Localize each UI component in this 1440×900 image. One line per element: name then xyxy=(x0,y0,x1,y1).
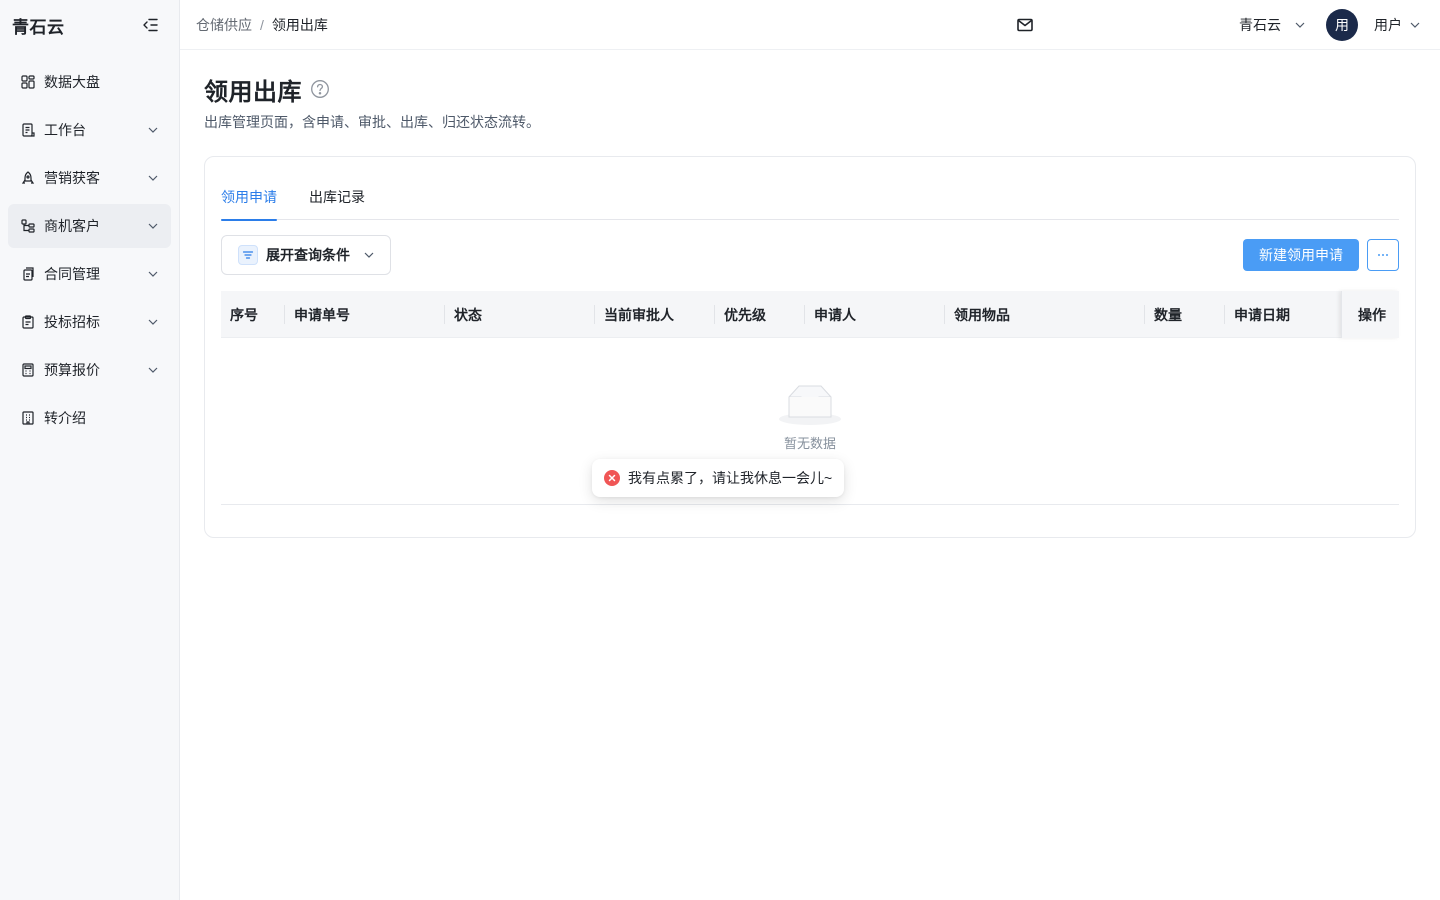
column-header[interactable]: 当前审批人 xyxy=(595,291,715,338)
dashboard-icon xyxy=(20,74,36,90)
chevron-down-icon xyxy=(147,268,159,280)
column-header[interactable]: 申请日期 xyxy=(1225,291,1341,338)
more-actions-button[interactable] xyxy=(1367,239,1399,271)
column-header[interactable]: 状态 xyxy=(445,291,595,338)
chevron-down-icon xyxy=(1410,22,1420,28)
main-content: 领用出库 出库管理页面，含申请、审批、出库、归还状态流转。 领用申请 出库记录 … xyxy=(204,50,1416,538)
expand-filters-label: 展开查询条件 xyxy=(266,247,350,263)
table-header: 序号 申请单号 状态 当前审批人 优先级 申请人 领用物品 数量 申请日期 操作 xyxy=(221,291,1399,338)
error-toast: 我有点累了，请让我休息一会儿~ xyxy=(592,459,845,497)
rocket-icon xyxy=(20,170,36,186)
expand-filters-button[interactable]: 展开查询条件 xyxy=(221,235,391,275)
tab-bar: 领用申请 出库记录 xyxy=(221,185,1399,221)
sidebar-menu: 数据大盘 工作台 营销获客 商机客户 合同管理 投标招标 预算报价 转介绍 xyxy=(0,50,179,454)
sidebar-item-bidding[interactable]: 投标招标 xyxy=(8,300,171,344)
collapse-sidebar-icon[interactable] xyxy=(141,16,159,34)
sidebar-item-opportunities[interactable]: 商机客户 xyxy=(8,204,171,248)
workbench-icon xyxy=(20,122,36,138)
page-title-row: 领用出库 xyxy=(204,74,1416,106)
sidebar-item-label: 投标招标 xyxy=(44,314,100,330)
sidebar-item-budget[interactable]: 预算报价 xyxy=(8,348,171,392)
column-header[interactable]: 申请人 xyxy=(805,291,945,338)
chevron-down-icon xyxy=(147,364,159,376)
column-header-actions: 操作 xyxy=(1341,291,1399,338)
org-switcher[interactable]: 青石云 xyxy=(1239,0,1305,50)
sidebar-item-dashboard[interactable]: 数据大盘 xyxy=(8,60,171,104)
sidebar-item-marketing[interactable]: 营销获客 xyxy=(8,156,171,200)
column-header[interactable]: 优先级 xyxy=(715,291,805,338)
tab-outbound-records[interactable]: 出库记录 xyxy=(309,185,365,220)
avatar[interactable]: 用 xyxy=(1326,9,1358,41)
sidebar-item-workbench[interactable]: 工作台 xyxy=(8,108,171,152)
column-header[interactable]: 领用物品 xyxy=(945,291,1145,338)
help-icon[interactable] xyxy=(310,79,330,99)
mail-icon[interactable] xyxy=(1016,16,1034,34)
sidebar-item-contracts[interactable]: 合同管理 xyxy=(8,252,171,296)
building-icon xyxy=(20,410,36,426)
sidebar-item-label: 转介绍 xyxy=(44,410,86,426)
sidebar-item-label: 数据大盘 xyxy=(44,74,100,90)
filter-icon xyxy=(238,245,258,265)
error-icon xyxy=(604,470,620,486)
brand-logo-text: 青石云 xyxy=(12,17,65,37)
page-description: 出库管理页面，含申请、审批、出库、归还状态流转。 xyxy=(204,114,540,130)
column-header[interactable]: 申请单号 xyxy=(285,291,445,338)
empty-inbox-icon xyxy=(779,385,841,425)
chevron-down-icon xyxy=(147,124,159,136)
top-header: 仓储供应 / 领用出库 青石云 用 用户 xyxy=(180,0,1440,50)
more-dots-icon xyxy=(1378,254,1388,256)
new-requisition-button[interactable]: 新建领用申请 xyxy=(1243,239,1359,271)
empty-state: 暂无数据 xyxy=(221,381,1399,452)
empty-text: 暂无数据 xyxy=(783,436,836,451)
sidebar-item-label: 合同管理 xyxy=(44,266,100,282)
sidebar-header: 青石云 xyxy=(0,0,179,50)
sidebar-item-label: 商机客户 xyxy=(44,218,100,234)
breadcrumb-parent-link[interactable]: 仓储供应 xyxy=(196,15,252,35)
breadcrumb-current: 领用出库 xyxy=(271,16,328,33)
calculator-icon xyxy=(20,362,36,378)
tab-requisition[interactable]: 领用申请 xyxy=(221,185,277,221)
clipboard-icon xyxy=(20,314,36,330)
chevron-down-icon xyxy=(147,172,159,184)
org-tree-icon xyxy=(20,218,36,234)
org-name: 青石云 xyxy=(1239,17,1281,33)
sidebar-item-label: 工作台 xyxy=(44,122,86,138)
column-header[interactable]: 数量 xyxy=(1145,291,1225,338)
user-name: 用户 xyxy=(1374,17,1402,33)
sidebar-item-label: 营销获客 xyxy=(44,170,100,186)
sidebar-item-referral[interactable]: 转介绍 xyxy=(8,396,171,440)
user-menu[interactable]: 用户 xyxy=(1374,0,1420,50)
chevron-down-icon xyxy=(147,220,159,232)
chevron-down-icon xyxy=(364,252,374,258)
page-title: 领用出库 xyxy=(204,78,302,106)
breadcrumb: 仓储供应 / 领用出库 xyxy=(196,15,328,35)
sidebar-item-label: 预算报价 xyxy=(44,362,100,378)
chevron-down-icon xyxy=(1295,22,1305,28)
chevron-down-icon xyxy=(147,316,159,328)
breadcrumb-separator: / xyxy=(260,16,264,33)
toast-message: 我有点累了，请让我休息一会儿~ xyxy=(628,470,833,486)
sidebar: 青石云 数据大盘 工作台 营销获客 商机客户 合同管理 投标招标 预算报价 转介… xyxy=(0,0,180,900)
column-header[interactable]: 序号 xyxy=(221,291,285,338)
documents-icon xyxy=(20,266,36,282)
